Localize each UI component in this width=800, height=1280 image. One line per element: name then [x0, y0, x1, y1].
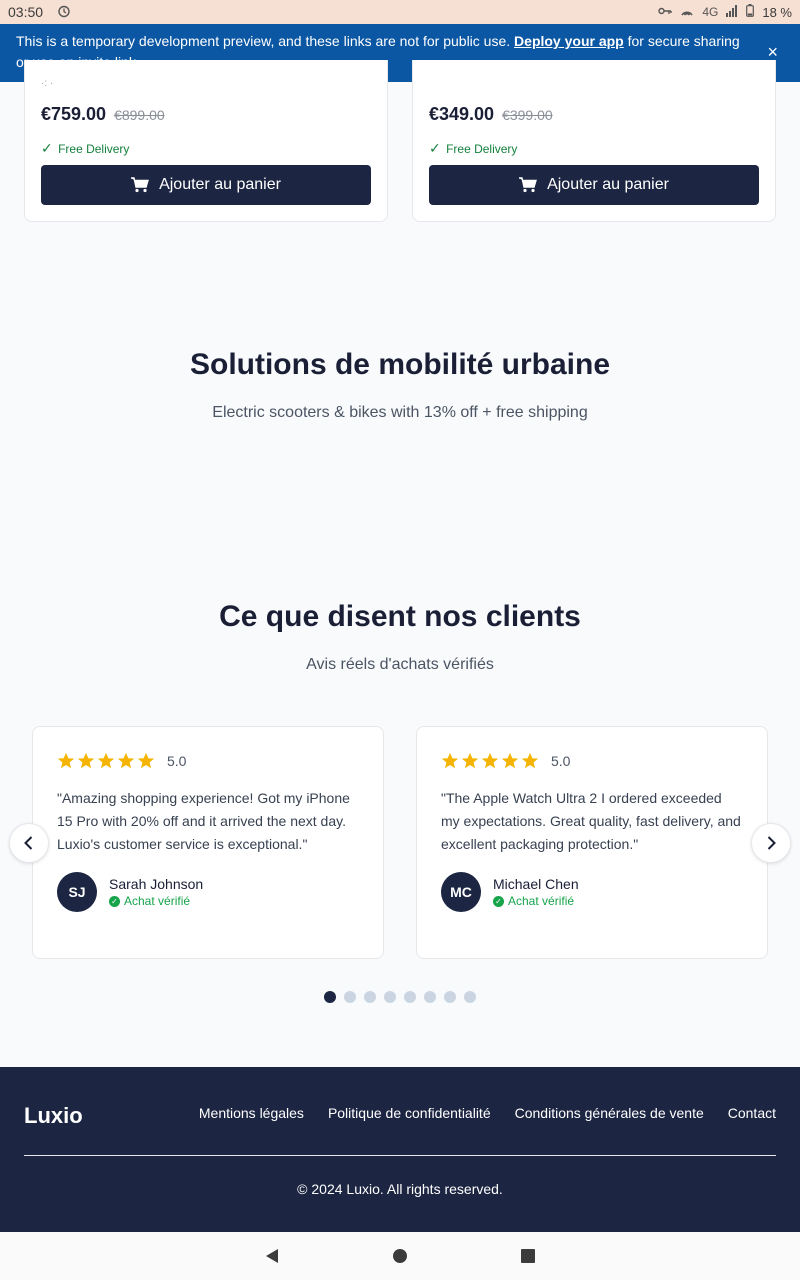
- product-subtitle-fragment: ·: ·: [41, 78, 54, 89]
- delivery-text: Free Delivery: [58, 142, 130, 156]
- testimonials-title: Ce que disent nos clients: [219, 600, 581, 633]
- mobility-section-subtitle: Electric scooters & bikes with 13% off +…: [212, 404, 588, 421]
- cart-icon: [131, 177, 150, 193]
- carousel-dot[interactable]: [384, 991, 396, 1003]
- price-line: €349.00 €399.00: [429, 104, 553, 125]
- original-price: €399.00: [502, 107, 553, 123]
- chevron-right-icon: [767, 836, 776, 850]
- free-delivery-label: ✓ Free Delivery: [41, 140, 129, 157]
- star-icon: [461, 752, 479, 769]
- testimonial-author: SJ Sarah Johnson ✓ Achat vérifié: [57, 872, 359, 912]
- check-icon: ✓: [429, 140, 441, 156]
- carousel-pagination: [324, 991, 476, 1003]
- recents-button[interactable]: [514, 1242, 542, 1270]
- verified-badge: ✓ Achat vérifié: [493, 894, 579, 908]
- copyright: © 2024 Luxio. All rights reserved.: [297, 1181, 503, 1197]
- footer-link-contact[interactable]: Contact: [728, 1105, 776, 1121]
- testimonial-author: MC Michael Chen ✓ Achat vérifié: [441, 872, 743, 912]
- star-icon: [97, 752, 115, 769]
- key-icon: [658, 5, 673, 19]
- check-circle-icon: ✓: [493, 895, 504, 907]
- deploy-app-link[interactable]: Deploy your app: [514, 33, 624, 49]
- author-name: Michael Chen: [493, 876, 579, 892]
- carousel-dot[interactable]: [324, 991, 336, 1003]
- carousel-dot[interactable]: [444, 991, 456, 1003]
- avatar: SJ: [57, 872, 97, 912]
- product-card: ·: · €759.00 €899.00 ✓ Free Delivery Ajo…: [24, 60, 388, 222]
- star-rating: 5.0: [441, 751, 743, 771]
- carousel-next-button[interactable]: [751, 823, 791, 863]
- star-icon: [521, 752, 539, 769]
- recents-square-icon: [521, 1249, 535, 1263]
- carousel-dot[interactable]: [464, 991, 476, 1003]
- star-icon: [77, 752, 95, 769]
- add-to-cart-button[interactable]: Ajouter au panier: [429, 165, 759, 205]
- battery-level: 18 %: [762, 4, 792, 20]
- hotspot-icon: [680, 5, 694, 20]
- back-triangle-icon: [266, 1249, 278, 1263]
- check-circle-icon: ✓: [109, 895, 120, 907]
- testimonial-quote: "The Apple Watch Ultra 2 I ordered excee…: [441, 790, 741, 852]
- footer-link-privacy[interactable]: Politique de confidentialité: [328, 1105, 491, 1121]
- alarm-icon: [57, 4, 71, 21]
- network-type: 4G: [702, 5, 719, 19]
- status-bar: 03:50 4G 18 %: [0, 0, 800, 24]
- add-to-cart-label: Ajouter au panier: [547, 176, 669, 193]
- home-circle-icon: [393, 1249, 407, 1263]
- footer-link-legal[interactable]: Mentions légales: [199, 1105, 304, 1121]
- footer-divider: [24, 1155, 776, 1156]
- testimonial-quote: "Amazing shopping experience! Got my iPh…: [57, 790, 350, 852]
- back-button[interactable]: [258, 1242, 286, 1270]
- check-icon: ✓: [41, 140, 53, 156]
- footer-links: Mentions légales Politique de confidenti…: [199, 1105, 776, 1121]
- star-icon: [117, 752, 135, 769]
- verified-label: Achat vérifié: [508, 894, 575, 908]
- testimonial-card: 5.0 "Amazing shopping experience! Got my…: [32, 726, 384, 959]
- testimonial-card: 5.0 "The Apple Watch Ultra 2 I ordered e…: [416, 726, 768, 959]
- star-rating: 5.0: [57, 751, 359, 771]
- star-icon: [481, 752, 499, 769]
- rating-value: 5.0: [551, 753, 571, 769]
- carousel-dot[interactable]: [404, 991, 416, 1003]
- battery-icon: [746, 4, 755, 20]
- author-name: Sarah Johnson: [109, 876, 204, 892]
- home-button[interactable]: [386, 1242, 414, 1270]
- mobility-section-title: Solutions de mobilité urbaine: [189, 348, 611, 381]
- product-cards-row: ·: · €759.00 €899.00 ✓ Free Delivery Ajo…: [24, 60, 776, 222]
- add-to-cart-label: Ajouter au panier: [159, 176, 281, 193]
- rating-value: 5.0: [167, 753, 187, 769]
- carousel-dot[interactable]: [364, 991, 376, 1003]
- banner-text-before: This is a temporary development preview,…: [16, 33, 515, 49]
- carousel-prev-button[interactable]: [9, 823, 49, 863]
- cart-icon: [519, 177, 538, 193]
- status-icons: 4G 18 %: [658, 4, 792, 20]
- add-to-cart-button[interactable]: Ajouter au panier: [41, 165, 371, 205]
- price-line: €759.00 €899.00: [41, 104, 165, 125]
- testimonials-subtitle: Avis réels d'achats vérifiés: [306, 656, 494, 673]
- original-price: €899.00: [114, 107, 165, 123]
- current-price: €759.00: [41, 104, 107, 124]
- status-time: 03:50: [8, 4, 44, 20]
- verified-label: Achat vérifié: [124, 894, 191, 908]
- carousel-dot[interactable]: [344, 991, 356, 1003]
- signal-icon: [726, 4, 738, 20]
- star-icon: [441, 752, 459, 769]
- system-nav-bar: [0, 1232, 800, 1280]
- product-card: €349.00 €399.00 ✓ Free Delivery Ajouter …: [412, 60, 776, 222]
- footer-link-terms[interactable]: Conditions générales de vente: [515, 1105, 704, 1121]
- verified-badge: ✓ Achat vérifié: [109, 894, 203, 908]
- footer-brand[interactable]: Luxio: [24, 1103, 83, 1129]
- star-icon: [57, 752, 75, 769]
- star-icon: [137, 752, 155, 769]
- delivery-text: Free Delivery: [446, 142, 518, 156]
- carousel-dot[interactable]: [424, 991, 436, 1003]
- chevron-left-icon: [24, 836, 33, 850]
- free-delivery-label: ✓ Free Delivery: [429, 140, 517, 157]
- avatar: MC: [441, 872, 481, 912]
- star-icon: [501, 752, 519, 769]
- footer: Luxio Mentions légales Politique de conf…: [0, 1067, 800, 1232]
- current-price: €349.00: [429, 104, 495, 124]
